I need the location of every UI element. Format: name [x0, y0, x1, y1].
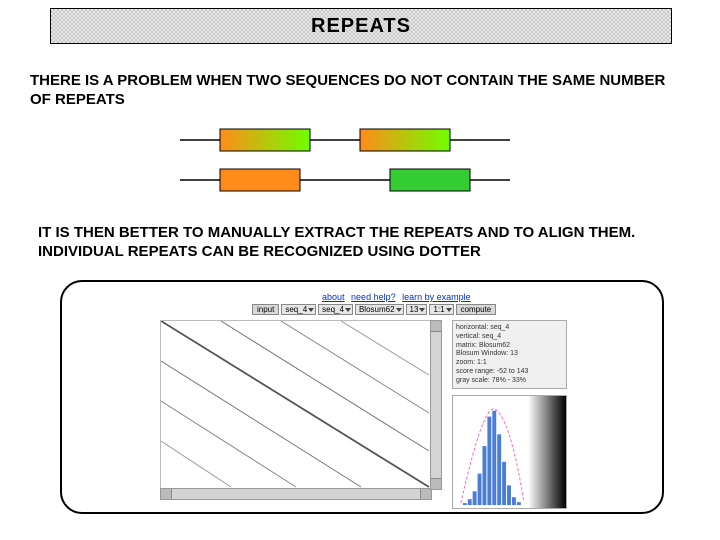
- dropdown-matrix[interactable]: Blosum62: [355, 304, 404, 315]
- info-line: score range: -52 to 143: [456, 368, 563, 377]
- info-line: gray scale: 78% - 33%: [456, 377, 563, 386]
- seq2-block-green: [390, 169, 470, 191]
- slide: REPEATS THERE IS A PROBLEM WHEN TWO SEQU…: [0, 0, 720, 540]
- info-line: horizontal: seq_4: [456, 324, 563, 333]
- link-help[interactable]: need help?: [351, 292, 396, 302]
- info-line: zoom: 1:1: [456, 359, 563, 368]
- dotplot-svg: [161, 321, 431, 489]
- seq2-block-orange: [220, 169, 300, 191]
- dotter-help-links: about need help? learn by example: [322, 292, 475, 302]
- score-histogram: [452, 395, 567, 509]
- dropdown-seq-h[interactable]: seq_4: [281, 304, 316, 315]
- dropdown-zoom[interactable]: 1:1: [429, 304, 453, 315]
- sequence-diagram: [180, 125, 540, 205]
- info-line: Blosum Window: 13: [456, 350, 563, 359]
- dotter-screenshot-panel: about need help? learn by example input …: [60, 280, 664, 514]
- title-text: REPEATS: [311, 15, 411, 38]
- seq1-repeat-a: [220, 129, 310, 151]
- link-about[interactable]: about: [322, 292, 345, 302]
- dotplot-canvas: [160, 320, 432, 490]
- grayscale-gradient: [528, 396, 566, 508]
- dropdown-window[interactable]: 13: [406, 304, 428, 315]
- paragraph-problem: THERE IS A PROBLEM WHEN TWO SEQUENCES DO…: [30, 72, 690, 110]
- input-button[interactable]: input: [252, 304, 279, 315]
- dotter-side-panel: horizontal: seq_4 vertical: seq_4 matrix…: [452, 320, 567, 509]
- dotplot-scrollbar-v[interactable]: [430, 320, 442, 490]
- paragraph-solution: IT IS THEN BETTER TO MANUALLY EXTRACT TH…: [38, 224, 698, 262]
- title-banner: REPEATS: [50, 8, 672, 44]
- dotter-toolbar: input seq_4 seq_4 Blosum62 13 1:1 comput…: [252, 304, 496, 315]
- dropdown-seq-v[interactable]: seq_4: [318, 304, 353, 315]
- info-line: vertical: seq_4: [456, 333, 563, 342]
- dotter-window: about need help? learn by example input …: [152, 292, 572, 496]
- dotter-info-box: horizontal: seq_4 vertical: seq_4 matrix…: [452, 320, 567, 389]
- dotplot-scrollbar-h[interactable]: [160, 488, 432, 500]
- histogram-envelope: [461, 409, 524, 503]
- link-learn[interactable]: learn by example: [402, 292, 471, 302]
- compute-button[interactable]: compute: [456, 304, 497, 315]
- seq1-repeat-b: [360, 129, 450, 151]
- info-line: matrix: Blosum62: [456, 342, 563, 351]
